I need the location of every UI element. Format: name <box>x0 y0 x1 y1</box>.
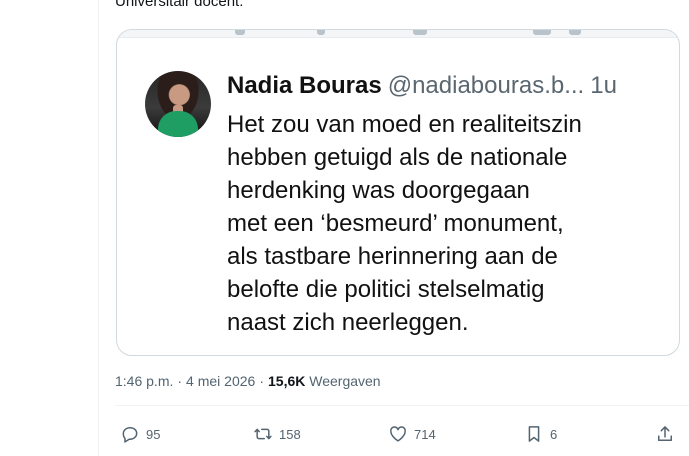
tweet-timestamp[interactable]: 1:46 p.m. <box>115 373 173 389</box>
embedded-post-header: Nadia Bouras @nadiabouras.b... 1u <box>227 70 617 102</box>
repost-count: 158 <box>279 426 301 442</box>
embedded-avatar <box>145 71 211 137</box>
share-button[interactable] <box>655 420 675 448</box>
divider <box>115 405 689 406</box>
reply-count: 95 <box>146 426 161 442</box>
embedded-author-handle: @nadiabouras.b... <box>387 72 585 99</box>
views-count: 15,6K <box>268 373 306 389</box>
embedded-image-top-edge <box>117 30 679 38</box>
left-sidebar-rail <box>0 0 99 456</box>
bookmark-button[interactable]: 6 <box>524 420 557 448</box>
tweet-date[interactable]: 4 mei 2026 <box>186 373 255 389</box>
embedded-author-name: Nadia Bouras <box>227 72 382 99</box>
embedded-post-text: Het zou van moed en realiteitszin hebben… <box>227 108 667 339</box>
embedded-text-line: naast zich neerleggen. <box>227 309 469 336</box>
heart-icon <box>390 426 406 442</box>
cropped-glyph <box>569 30 581 35</box>
like-button[interactable]: 714 <box>388 420 436 448</box>
like-count: 714 <box>414 426 436 442</box>
embedded-text-line: met een ‘besmeurd’ monument, <box>227 210 564 237</box>
embedded-text-line: herdenking was doorgegaan <box>227 177 530 204</box>
embedded-text-line: als tastbare herinnering aan de <box>227 243 558 270</box>
cropped-glyph <box>317 30 325 35</box>
bookmark-icon <box>528 426 540 442</box>
tweet-action-bar: 95 158 714 6 <box>100 420 689 448</box>
views-label: Weergaven <box>309 373 381 389</box>
cropped-glyph <box>235 30 245 35</box>
repost-icon <box>254 428 272 440</box>
tweet-detail: Universitair docent: Nadia Bouras @nadiab… <box>100 0 689 456</box>
embedded-text-line: Het zou van moed en realiteitszin <box>227 111 582 138</box>
repost-button[interactable]: 158 <box>253 420 301 448</box>
reply-icon <box>122 427 138 443</box>
cropped-glyph <box>533 30 551 35</box>
meta-separator: · <box>259 373 264 389</box>
bookmark-count: 6 <box>550 426 558 442</box>
meta-separator: · <box>177 373 183 389</box>
tweet-metadata: 1:46 p.m. · 4 mei 2026 · 15,6K Weergaven <box>115 373 381 389</box>
tweet-text: Universitair docent: <box>115 0 244 10</box>
embedded-text-line: belofte die politici stelselmatig <box>227 276 545 303</box>
reply-button[interactable]: 95 <box>120 420 160 448</box>
embedded-post-time: 1u <box>590 72 617 99</box>
embedded-text-line: hebben getuigd als de nationale <box>227 144 568 171</box>
embedded-post-image[interactable]: Nadia Bouras @nadiabouras.b... 1u Het zou … <box>116 29 680 356</box>
share-icon <box>658 426 672 441</box>
cropped-glyph <box>413 30 427 35</box>
